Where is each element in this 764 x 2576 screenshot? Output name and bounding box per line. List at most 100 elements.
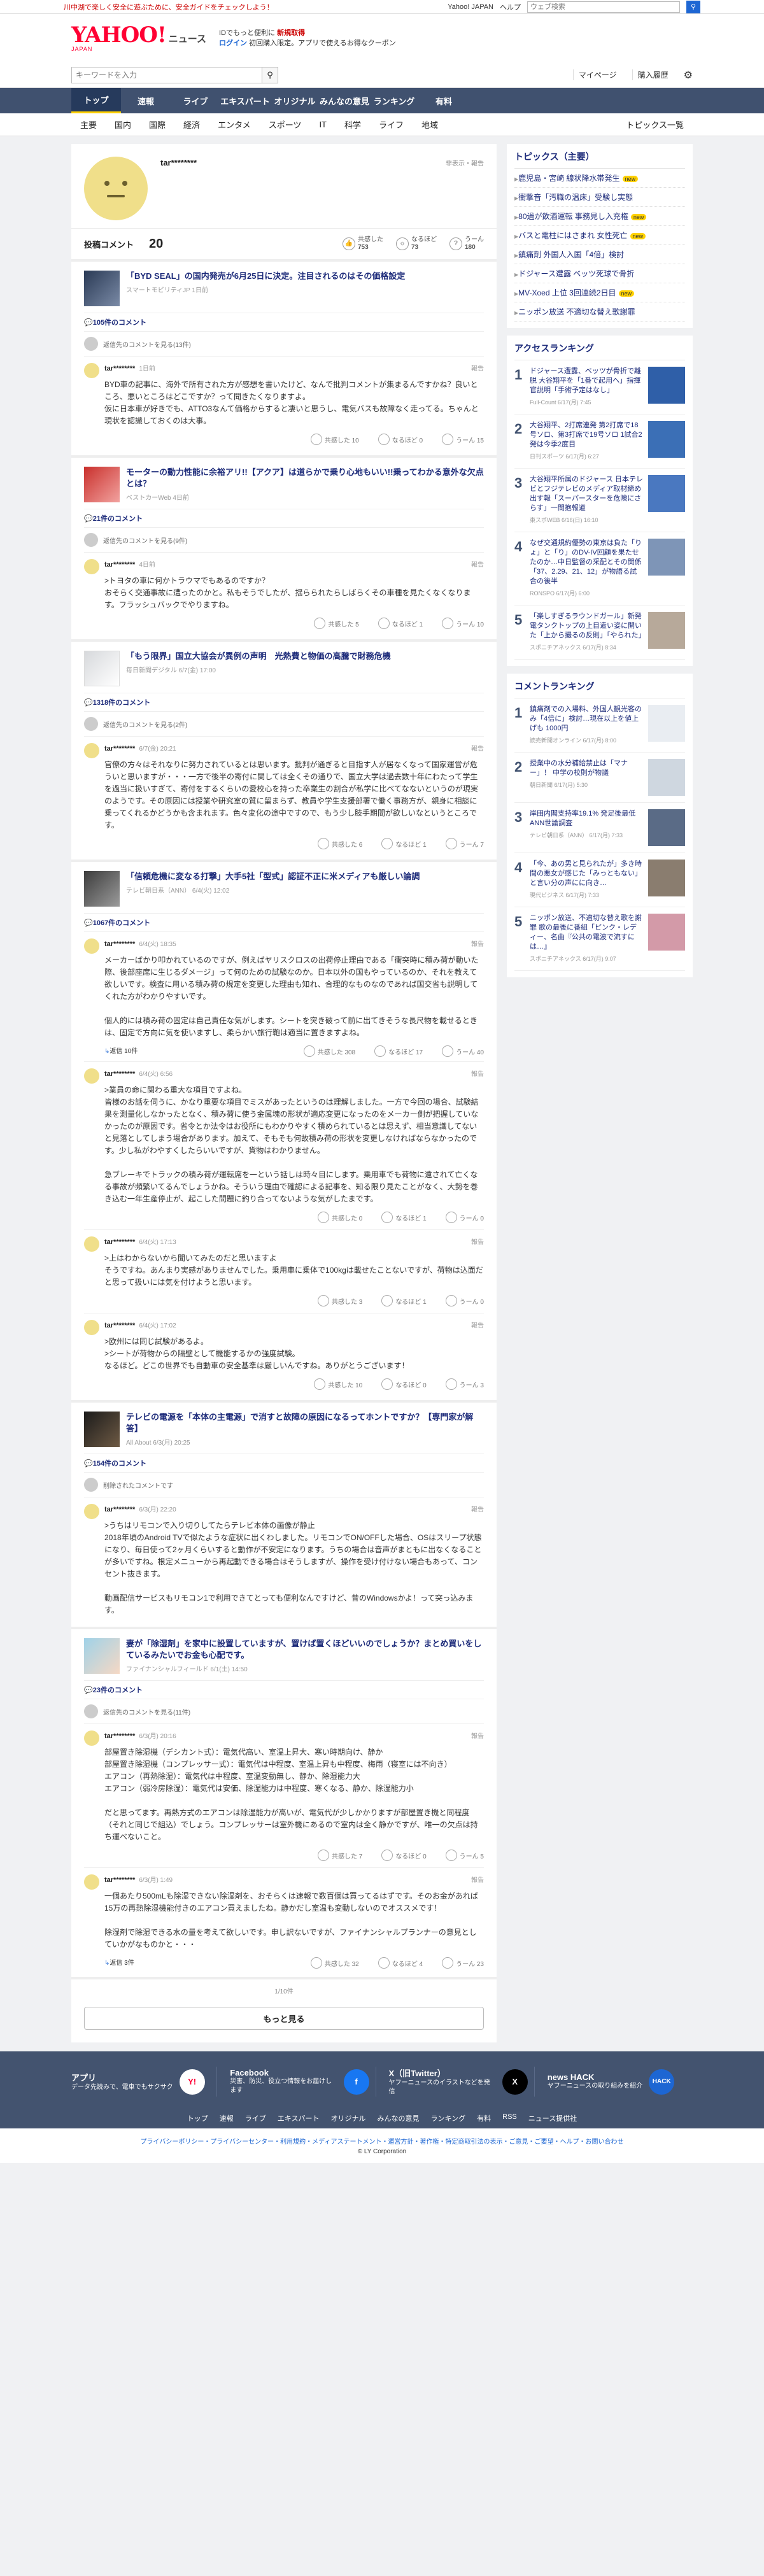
comment-user[interactable]: tar******** (104, 1322, 135, 1329)
article-thumbnail[interactable] (84, 1412, 120, 1447)
category-domestic[interactable]: 国内 (106, 118, 140, 131)
comment-user[interactable]: tar******** (104, 1238, 135, 1246)
hmm-button[interactable]: うーん 3 (445, 1378, 484, 1390)
gear-icon[interactable]: ⚙ (684, 69, 693, 81)
reply-parent-link[interactable]: 返信先のコメントを見る(2件) (84, 711, 484, 736)
ranking-item[interactable]: 4 なぜ交通規約優勢の東京は負た「りょ」と「り」のDV-IV回顧を果たせたのか…中… (514, 532, 685, 605)
comment-user[interactable]: tar******** (104, 1876, 135, 1884)
article-title[interactable]: モーターの動力性能に余裕アリ!!【アクア】は道らかで乗り心地もいい!!乗ってわか… (126, 467, 484, 490)
footer-newshack-link[interactable]: news HACK ヤフーニュースの取り組みを紹介 HACK (548, 2067, 693, 2097)
insight-button[interactable]: なるほど 1 (381, 1212, 427, 1223)
hmm-button[interactable]: うーん 23 (442, 1957, 484, 1969)
ranking-item[interactable]: 5 ニッポン放送、不適切な替え歌を謝罪 歌の最後に番組「ピンク・レディー、名曲『公… (514, 907, 685, 971)
insight-button[interactable]: なるほど 1 (381, 838, 427, 849)
report-link[interactable]: 報告 (471, 743, 484, 753)
empathy-button[interactable]: 共感した 5 (314, 618, 359, 629)
insight-button[interactable]: なるほど 4 (378, 1957, 423, 1969)
gnav-live[interactable]: ライブ (171, 88, 220, 113)
hmm-button[interactable]: うーん 10 (442, 618, 484, 629)
report-link[interactable]: 報告 (471, 1320, 484, 1329)
footer-link[interactable]: RSS (502, 2113, 517, 2123)
article-thumbnail[interactable] (84, 271, 120, 306)
report-link[interactable]: 報告 (471, 1068, 484, 1078)
comment-user[interactable]: tar******** (104, 365, 135, 372)
footer-link[interactable]: エキスパート (278, 2113, 320, 2123)
insight-button[interactable]: なるほど 1 (381, 1295, 427, 1306)
article-thumbnail[interactable] (84, 651, 120, 686)
comment-count-link[interactable]: 21件のコメント (84, 509, 484, 527)
topic-item[interactable]: 80過が飲酒運転 事務見し入充権new (514, 207, 685, 226)
comment-count-link[interactable]: 23件のコメント (84, 1680, 484, 1699)
article-title[interactable]: 妻が「除湿剤」を家中に設置していますが、置けば置くほどいいのでしょうか？まとめ買… (126, 1638, 484, 1661)
promo-link[interactable]: 川中湖で楽しく安全に遊ぶために、安全ガイドをチェックしよう！ (64, 2, 274, 12)
policy-links[interactable]: プライバシーポリシー・プライバシーセンター・利用規約・メディアステートメント・運… (0, 2136, 764, 2146)
category-economy[interactable]: 経済 (174, 118, 209, 131)
gnav-ranking[interactable]: ランキング (369, 88, 419, 113)
article-title[interactable]: 「信頼危機に変なる打撃」大手5社「型式」認証不正に米メディアも厳しい論調 (126, 871, 420, 882)
hmm-button[interactable]: うーん 40 (442, 1045, 484, 1057)
ranking-item[interactable]: 3 大谷翔平所属のドジャース 日本テレビとフジテレビのメディア取材締め出す報「スー… (514, 469, 685, 532)
footer-link[interactable]: みんなの意見 (377, 2113, 419, 2123)
web-search-button[interactable]: ⚲ (686, 0, 700, 13)
footer-link[interactable]: ランキング (430, 2113, 465, 2123)
topic-item[interactable]: バスと電柱にはさまれ 女性死亡new (514, 226, 685, 245)
ranking-item[interactable]: 4 「今、あの男と見られたが」多き時間の悪女が感じた「みっともない」と言い分の声に… (514, 853, 685, 907)
article-thumbnail[interactable] (84, 1638, 120, 1674)
ranking-item[interactable]: 1 鎮痛剤での入場料、外国人観光客のみ「4倍に」検討…現在以上を値上げも 1000… (514, 698, 685, 753)
topic-item[interactable]: ドジャース遭露 ベッツ死球で骨折 (514, 264, 685, 283)
hmm-button[interactable]: うーん 5 (445, 1850, 484, 1861)
empathy-button[interactable]: 共感した 32 (310, 1957, 359, 1969)
report-link[interactable]: 報告 (471, 1236, 484, 1246)
footer-link[interactable]: ライブ (245, 2113, 266, 2123)
gnav-breaking[interactable]: 速報 (121, 88, 171, 113)
category-science[interactable]: 科学 (336, 118, 370, 131)
topic-item[interactable]: 鎮痛剤 外国人入国「4倍」検討 (514, 245, 685, 264)
footer-x-link[interactable]: X（旧Twitter） ヤフーニュースのイラストなどを発信 X (389, 2067, 535, 2097)
insight-button[interactable]: なるほど 0 (381, 1378, 427, 1390)
hmm-button[interactable]: うーん 15 (442, 434, 484, 445)
report-link[interactable]: 報告 (471, 1730, 484, 1740)
ranking-item[interactable]: 1 ドジャース遭露、ベッツが骨折で離脱 大谷翔平を「1番で起用へ」指揮官説明「手術… (514, 360, 685, 414)
report-link[interactable]: 報告 (471, 1874, 484, 1884)
ranking-item[interactable]: 3 岸田内閣支持率19.1% 発足後最低 ANN世論調査 テレビ朝日系（ANN） 6… (514, 803, 685, 853)
signup-link[interactable]: 新規取得 (277, 29, 305, 37)
footer-link[interactable]: 速報 (220, 2113, 234, 2123)
yahoo-japan-link[interactable]: Yahoo! JAPAN (448, 3, 493, 11)
replies-toggle[interactable]: 返信 3件 (104, 1957, 484, 1967)
report-link[interactable]: 報告 (471, 1504, 484, 1513)
load-more-button[interactable]: もっと見る (84, 2007, 484, 2030)
comment-user[interactable]: tar******** (104, 940, 135, 948)
article-title[interactable]: テレビの電源を「本体の主電源」で消すと故障の原因になるってホントですか？【専門家… (126, 1412, 484, 1434)
report-link[interactable]: 報告 (471, 938, 484, 948)
gnav-top[interactable]: トップ (71, 88, 121, 113)
topics-list-link[interactable]: トピックス一覧 (617, 118, 693, 131)
category-entertainment[interactable]: エンタメ (209, 118, 260, 131)
empathy-button[interactable]: 共感した 7 (317, 1850, 362, 1861)
category-world[interactable]: 国際 (140, 118, 174, 131)
footer-link[interactable]: オリジナル (330, 2113, 365, 2123)
category-life[interactable]: ライフ (370, 118, 413, 131)
yahoo-news-logo[interactable]: YAHOO! JAPAN ニュース (71, 24, 206, 52)
category-local[interactable]: 地域 (413, 118, 447, 131)
article-thumbnail[interactable] (84, 467, 120, 502)
topic-item[interactable]: ニッポン放送 不適切な替え歌謝罪 (514, 302, 685, 322)
category-main[interactable]: 主要 (71, 118, 106, 131)
hmm-button[interactable]: うーん 0 (445, 1212, 484, 1223)
comment-user[interactable]: tar******** (104, 745, 135, 753)
footer-app-link[interactable]: アプリ データ先読みで、電車でもサクサク Y! (71, 2067, 218, 2097)
footer-facebook-link[interactable]: Facebook 災害、防災、役立つ情報をお届けします f (230, 2067, 376, 2097)
insight-button[interactable]: なるほど 0 (381, 1850, 427, 1861)
gnav-expert[interactable]: エキスパート (220, 88, 270, 113)
footer-link[interactable]: ニュース提供社 (528, 2113, 577, 2123)
web-search-input[interactable] (527, 1, 680, 13)
topic-item[interactable]: 鹿児島・宮崎 線状降水帯発生new (514, 169, 685, 188)
gnav-opinion[interactable]: みんなの意見 (320, 88, 369, 113)
reply-parent-link[interactable]: 返信先のコメントを見る(9件) (84, 527, 484, 552)
replies-toggle[interactable]: 返信 10件 (104, 1045, 484, 1055)
hide-report-link[interactable]: 非表示・報告 (446, 158, 484, 167)
topic-item[interactable]: 衝撃音「汚職の温床」受験し実態 (514, 188, 685, 207)
ranking-item[interactable]: 2 授業中の水分補給禁止は「マナー」！ 中学の校則が物議 朝日新聞 6/17(月) … (514, 753, 685, 803)
comment-user[interactable]: tar******** (104, 1506, 135, 1513)
empathy-button[interactable]: 共感した 10 (314, 1378, 362, 1390)
comment-count-link[interactable]: 105件のコメント (84, 313, 484, 331)
